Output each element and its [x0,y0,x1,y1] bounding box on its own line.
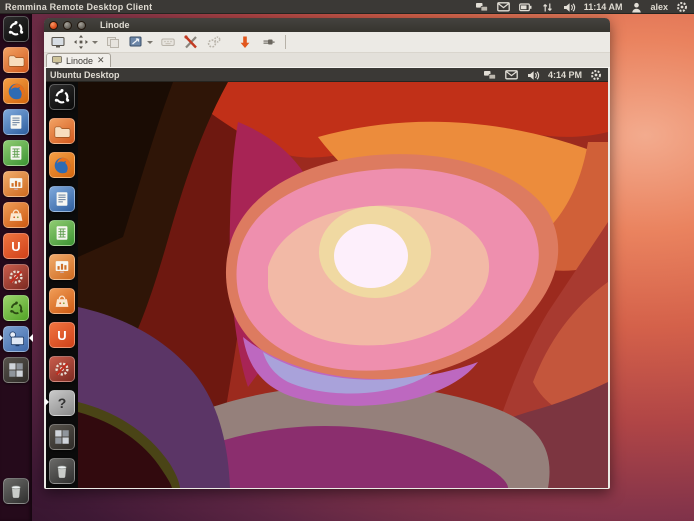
remote-clock[interactable]: 4:14 PM [548,70,582,80]
launcher-item-firefox[interactable] [49,152,75,178]
volume-icon[interactable] [562,0,578,15]
scaled-mode-icon[interactable] [128,34,144,50]
switch-tabs-icon[interactable] [105,34,121,50]
launcher-item-ubuntu-software-center[interactable] [3,202,29,228]
battery-icon[interactable] [518,0,534,15]
launcher-item-libreoffice-writer[interactable] [49,186,75,212]
session-gear-icon[interactable] [674,0,690,15]
remote-unity-launcher: U ? [46,82,78,488]
unknown-window-glyph: ? [58,395,67,411]
host-top-panel: Remmina Remote Desktop Client 11:14 AM a… [0,0,694,14]
window-titlebar[interactable]: Linode [44,18,610,32]
grab-keyboard-icon[interactable] [160,34,176,50]
resize-to-fit-icon[interactable] [50,34,66,50]
remote-wallpaper [78,82,608,488]
launcher-item-system-settings[interactable] [3,264,29,290]
launcher-item-ubuntu-software-center[interactable] [49,288,75,314]
launcher-item-firefox[interactable] [3,78,29,104]
tools-icon[interactable] [183,34,199,50]
launcher-item-libreoffice-calc[interactable] [49,220,75,246]
toolbar-separator [285,35,286,49]
tab-label: Linode [66,56,93,66]
tab-close-icon[interactable]: ✕ [97,56,105,65]
network-icon[interactable] [474,0,490,15]
sync-arrows-icon[interactable] [540,0,556,15]
focused-indicator-arrow [25,334,33,342]
tab-linode[interactable]: Linode ✕ [46,53,111,67]
launcher-item-home-folder[interactable] [49,118,75,144]
launcher-item-workspace-switcher[interactable] [3,357,29,383]
scale-options-caret[interactable] [147,41,153,47]
tab-monitor-icon [52,56,62,65]
launcher-item-libreoffice-impress[interactable] [49,254,75,280]
remote-desktop-viewport: Ubuntu Desktop 4:14 PM [46,68,608,488]
mail-icon[interactable] [496,0,512,15]
desktop-screen: Remmina Remote Desktop Client 11:14 AM a… [0,0,694,521]
remmina-toolbar [44,32,610,53]
host-unity-launcher: U [0,14,32,521]
launcher-item-trash[interactable] [49,458,75,484]
minimize-window-icon[interactable] [237,34,253,50]
disconnect-plug-icon[interactable] [260,34,276,50]
remote-desktop-title: Ubuntu Desktop [46,70,120,80]
host-clock[interactable]: 11:14 AM [584,2,623,12]
launcher-item-system-settings[interactable] [49,356,75,382]
launcher-item-home-folder[interactable] [3,47,29,73]
launcher-item-ubuntu-software-green[interactable] [3,295,29,321]
host-app-title: Remmina Remote Desktop Client [0,2,152,12]
host-indicator-tray: 11:14 AM alex [474,0,694,15]
launcher-item-ubuntu-one[interactable]: U [3,233,29,259]
window-minimize-button[interactable] [63,21,72,30]
launcher-item-ubuntu-one[interactable]: U [49,322,75,348]
volume-icon[interactable] [526,67,542,83]
launcher-item-dash-home[interactable] [49,84,75,110]
launcher-item-workspace-switcher[interactable] [49,424,75,450]
launcher-item-trash[interactable] [3,478,29,504]
session-gear-icon[interactable] [588,67,604,83]
launcher-item-dash-home[interactable] [3,16,29,42]
window-close-button[interactable] [49,21,58,30]
ubuntu-one-glyph: U [57,328,66,343]
user-icon[interactable] [628,0,644,15]
running-indicator-arrow [45,398,53,406]
remote-desktop-body: U ? [46,82,608,488]
host-username[interactable]: alex [650,2,668,12]
window-maximize-button[interactable] [77,21,86,30]
network-icon[interactable] [482,67,498,83]
preferences-gears-icon[interactable] [206,34,222,50]
launcher-item-libreoffice-impress[interactable] [3,171,29,197]
window-title: Linode [100,20,130,30]
launcher-item-libreoffice-calc[interactable] [3,140,29,166]
remote-indicator-tray: 4:14 PM [482,67,608,83]
fullscreen-icon[interactable] [73,34,89,50]
remmina-window: Linode Linode ✕ Ubuntu D [44,18,610,489]
ubuntu-one-glyph: U [11,239,20,254]
running-indicator-arrow [0,334,7,342]
tab-bar: Linode ✕ [44,53,610,68]
remote-top-panel: Ubuntu Desktop 4:14 PM [46,68,608,82]
fullscreen-options-caret[interactable] [92,41,98,47]
launcher-item-libreoffice-writer[interactable] [3,109,29,135]
mail-icon[interactable] [504,67,520,83]
